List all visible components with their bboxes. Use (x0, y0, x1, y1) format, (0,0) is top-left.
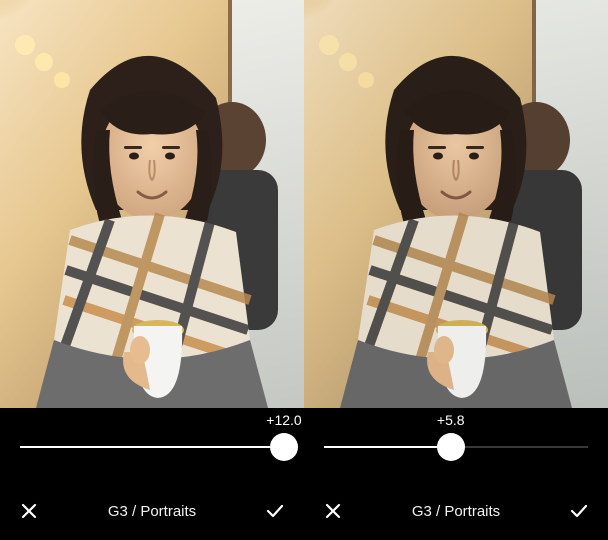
confirm-button[interactable] (568, 500, 590, 522)
slider-thumb[interactable] (437, 433, 465, 461)
slider-track-fill (20, 446, 284, 448)
close-icon (324, 502, 342, 520)
filter-controls: +12.0 G3 / Portraits (0, 408, 304, 540)
preset-label: G3 / Portraits (40, 503, 264, 520)
slider-thumb[interactable] (270, 433, 298, 461)
intensity-slider[interactable]: +5.8 (324, 426, 588, 474)
intensity-slider[interactable]: +12.0 (20, 426, 284, 474)
editor-panel-left: +12.0 G3 / Portraits (0, 0, 304, 540)
preset-label: G3 / Portraits (344, 503, 568, 520)
confirm-button[interactable] (264, 500, 286, 522)
portrait-illustration (0, 0, 304, 408)
slider-value-label: +5.8 (437, 412, 465, 428)
action-bar: G3 / Portraits (304, 488, 608, 540)
action-bar: G3 / Portraits (0, 488, 304, 540)
check-icon (265, 502, 285, 520)
cancel-button[interactable] (322, 500, 344, 522)
photo-preview[interactable] (304, 0, 608, 408)
photo-preview[interactable] (0, 0, 304, 408)
slider-value-label: +12.0 (266, 412, 301, 428)
close-icon (20, 502, 38, 520)
filter-controls: +5.8 G3 / Portraits (304, 408, 608, 540)
editor-panel-right: +5.8 G3 / Portraits (304, 0, 608, 540)
editor-comparison: +12.0 G3 / Portraits (0, 0, 608, 540)
portrait-illustration (304, 0, 608, 408)
slider-track-fill (324, 446, 451, 448)
check-icon (569, 502, 589, 520)
cancel-button[interactable] (18, 500, 40, 522)
